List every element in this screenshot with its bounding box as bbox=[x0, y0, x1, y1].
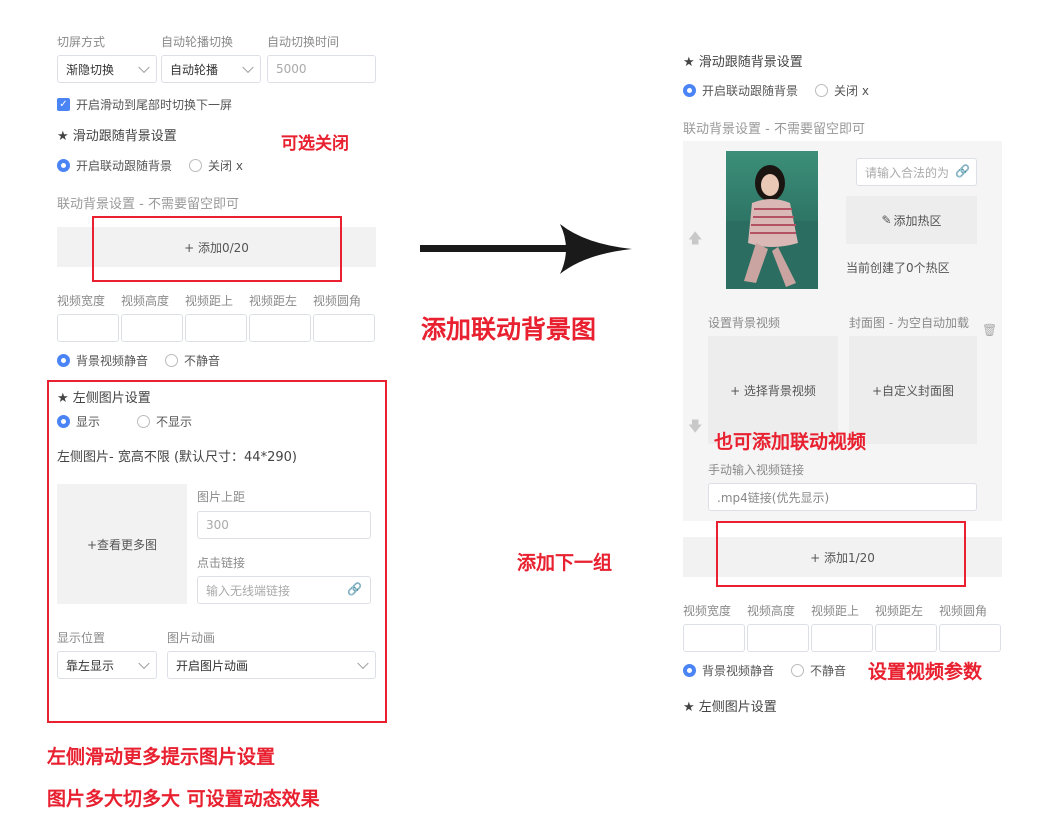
mp4-link-placeholder: .mp4链接(优先显示) bbox=[717, 490, 830, 505]
annotation-optional-close: 可选关闭 bbox=[281, 134, 349, 154]
radio-icon bbox=[189, 159, 202, 172]
arrow-down-icon[interactable]: 🡇 bbox=[688, 416, 702, 440]
scroll-bg-off-label: 关闭 x bbox=[208, 159, 243, 173]
switch-mode-label: 切屏方式 bbox=[57, 35, 106, 49]
add-hotspot-button[interactable]: ✎ 添加热区 bbox=[846, 196, 977, 244]
switch-time-placeholder: 5000 bbox=[276, 62, 307, 76]
mute-on-radio[interactable]: 背景视频静音 bbox=[57, 352, 148, 369]
cover-label: 封面图 - 为空自动加载 bbox=[849, 316, 969, 330]
annotation-left-hint-2: 图片多大切多大 可设置动态效果 bbox=[47, 788, 320, 810]
linked-bg-label: 联动背景设置 - 不需要留空即可 bbox=[57, 197, 239, 212]
add-hotspot-label: 添加热区 bbox=[893, 213, 942, 228]
mute-off-radio[interactable]: 不静音 bbox=[165, 352, 220, 369]
bg-video-label: 设置背景视频 bbox=[708, 316, 781, 330]
video-radius-label: 视频圆角 bbox=[313, 294, 362, 308]
video-left-label: 视频距左 bbox=[249, 294, 298, 308]
r-linked-bg-label: 联动背景设置 - 不需要留空即可 bbox=[683, 122, 865, 137]
radio-selected-icon bbox=[57, 159, 70, 172]
annotation-left-hint-1: 左侧滑动更多提示图片设置 bbox=[47, 746, 276, 768]
radio-selected-icon bbox=[57, 354, 70, 367]
annotation-add-linked-bg: 添加联动背景图 bbox=[421, 315, 597, 344]
chevron-down-icon bbox=[242, 61, 254, 74]
radio-selected-icon bbox=[683, 664, 696, 677]
video-height-label: 视频高度 bbox=[121, 294, 170, 308]
highlight-left-img-box bbox=[47, 380, 387, 723]
arrow-up-icon[interactable]: 🡅 bbox=[688, 228, 702, 252]
carousel-value: 自动轮播 bbox=[170, 62, 219, 77]
radio-icon bbox=[815, 84, 828, 97]
radio-icon bbox=[791, 664, 804, 677]
r-video-left-label: 视频距左 bbox=[875, 604, 924, 618]
annotation-add-next-group: 添加下一组 bbox=[517, 552, 613, 574]
annotation-set-video-params: 设置视频参数 bbox=[868, 661, 983, 683]
r-mute-off-radio[interactable]: 不静音 bbox=[791, 662, 846, 679]
mp4-link-input[interactable]: .mp4链接(优先显示) bbox=[708, 483, 977, 511]
highlight-add-box bbox=[92, 216, 342, 282]
custom-cover-label: +自定义封面图 bbox=[871, 383, 955, 398]
r-left-img-heading: ★ 左侧图片设置 bbox=[683, 700, 777, 715]
scroll-bg-on-label: 开启联动跟随背景 bbox=[76, 159, 173, 173]
scroll-bg-off-radio[interactable]: 关闭 x bbox=[189, 157, 243, 174]
r-mute-on-radio[interactable]: 背景视频静音 bbox=[683, 662, 774, 679]
r-video-top-label: 视频距上 bbox=[811, 604, 860, 618]
video-left-input[interactable] bbox=[249, 314, 311, 342]
delete-trash-icon[interactable]: 🗑 bbox=[982, 323, 997, 337]
radio-icon bbox=[165, 354, 178, 367]
highlight-add-next-box bbox=[716, 521, 966, 587]
r-scroll-bg-on-label: 开启联动跟随背景 bbox=[702, 84, 799, 98]
mute-on-label: 背景视频静音 bbox=[76, 354, 149, 368]
r-video-top-input[interactable] bbox=[811, 624, 873, 652]
chevron-down-icon bbox=[138, 61, 150, 74]
video-top-label: 视频距上 bbox=[185, 294, 234, 308]
hotspot-link-input[interactable]: 请输入合法的为 🔗 bbox=[856, 158, 977, 186]
switch-time-input[interactable]: 5000 bbox=[267, 55, 376, 83]
scroll-bg-heading: ★ 滑动跟随背景设置 bbox=[57, 129, 177, 144]
annotation-add-linked-video: 也可添加联动视频 bbox=[714, 431, 867, 453]
hotspot-count: 当前创建了0个热区 bbox=[846, 261, 950, 275]
arrow-right-icon bbox=[420, 224, 632, 274]
r-video-width-label: 视频宽度 bbox=[683, 604, 732, 618]
r-video-radius-label: 视频圆角 bbox=[939, 604, 988, 618]
radio-selected-icon bbox=[683, 84, 696, 97]
switch-mode-value: 渐隐切换 bbox=[66, 62, 115, 77]
carousel-label: 自动轮播切换 bbox=[161, 35, 234, 49]
r-scroll-bg-on-radio[interactable]: 开启联动跟随背景 bbox=[683, 82, 798, 99]
mute-off-label: 不静音 bbox=[184, 354, 221, 368]
video-height-input[interactable] bbox=[121, 314, 183, 342]
video-width-input[interactable] bbox=[57, 314, 119, 342]
checkbox-check-icon: ✓ bbox=[57, 98, 70, 111]
r-video-height-label: 视频高度 bbox=[747, 604, 796, 618]
video-width-label: 视频宽度 bbox=[57, 294, 106, 308]
r-video-width-input[interactable] bbox=[683, 624, 745, 652]
tail-switch-label: 开启滑动到尾部时切换下一屏 bbox=[76, 98, 233, 112]
hotspot-link-placeholder: 请输入合法的为 bbox=[865, 165, 950, 180]
switch-mode-select[interactable]: 渐隐切换 bbox=[57, 55, 157, 83]
r-scroll-bg-heading: ★ 滑动跟随背景设置 bbox=[683, 55, 803, 70]
carousel-select[interactable]: 自动轮播 bbox=[161, 55, 261, 83]
r-mute-on-label: 背景视频静音 bbox=[702, 664, 775, 678]
r-video-height-input[interactable] bbox=[747, 624, 809, 652]
switch-time-label: 自动切换时间 bbox=[267, 35, 340, 49]
edit-icon: ✎ bbox=[881, 213, 892, 227]
custom-cover-button[interactable]: +自定义封面图 bbox=[849, 336, 977, 444]
r-scroll-bg-off-label: 关闭 x bbox=[834, 84, 869, 98]
link-icon: 🔗 bbox=[955, 164, 970, 178]
r-scroll-bg-off-radio[interactable]: 关闭 x bbox=[815, 82, 869, 99]
r-video-radius-input[interactable] bbox=[939, 624, 1001, 652]
r-video-left-input[interactable] bbox=[875, 624, 937, 652]
video-top-input[interactable] bbox=[185, 314, 247, 342]
choose-bg-video-label: + 选择背景视频 bbox=[730, 383, 816, 398]
tail-switch-checkbox[interactable]: ✓ 开启滑动到尾部时切换下一屏 bbox=[57, 96, 232, 113]
scroll-bg-on-radio[interactable]: 开启联动跟随背景 bbox=[57, 157, 172, 174]
r-mute-off-label: 不静音 bbox=[810, 664, 847, 678]
video-radius-input[interactable] bbox=[313, 314, 375, 342]
manual-video-label: 手动输入视频链接 bbox=[708, 463, 805, 477]
background-image[interactable] bbox=[726, 151, 818, 289]
